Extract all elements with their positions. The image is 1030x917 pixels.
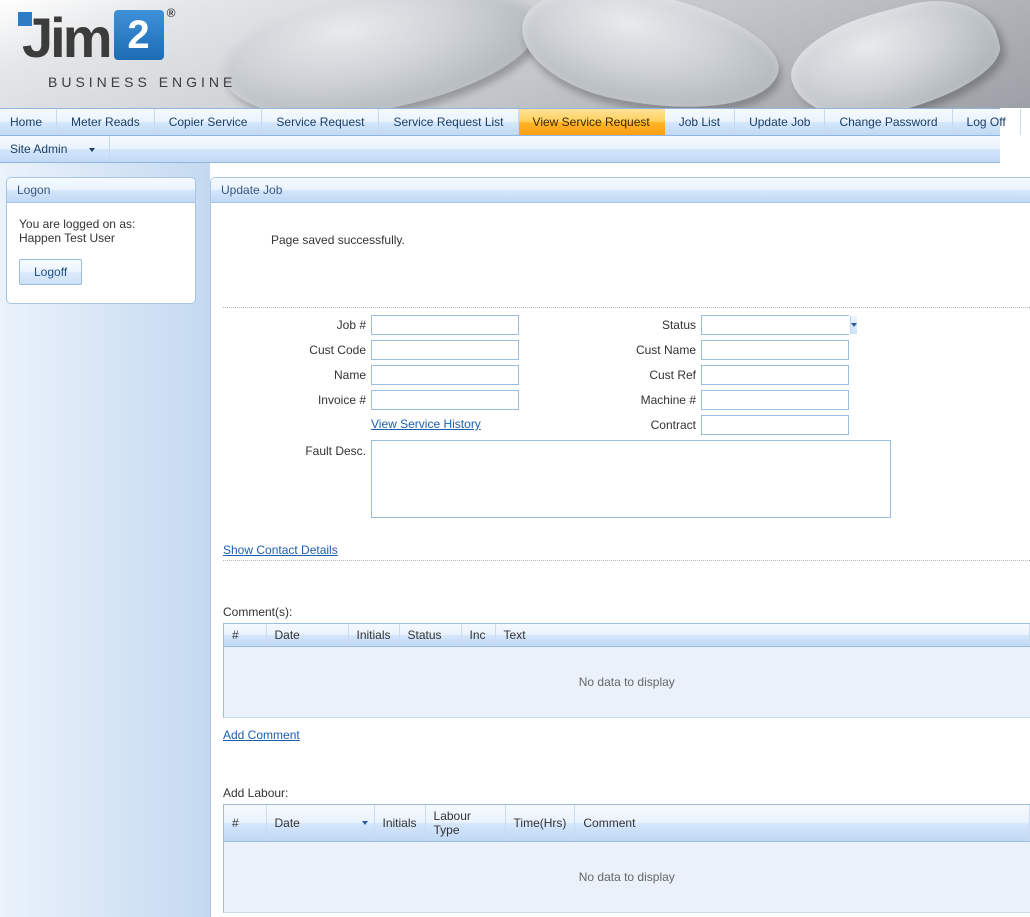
logo-box-number: 2 [127,13,149,58]
comments-col-initials[interactable]: Initials [348,624,399,647]
update-job-panel: Update Job Page saved successfully. Job … [210,177,1030,917]
menu-update-job[interactable]: Update Job [735,109,825,135]
labour-grid: # Date Initials Labour Type Time(Hrs) Co… [223,804,1030,913]
menu-site-admin[interactable]: Site Admin [0,136,110,162]
header-banner: Jim 2 ® BUSINESS ENGINE [0,0,1030,108]
comments-empty: No data to display [224,647,1030,717]
add-comment-link[interactable]: Add Comment [223,728,300,742]
logon-panel-header: Logon [7,178,195,203]
registered-icon: ® [167,6,176,20]
label-fault-desc: Fault Desc. [211,440,371,521]
labour-empty: No data to display [224,842,1030,912]
input-machine-no[interactable] [701,390,849,410]
logoff-button[interactable]: Logoff [19,259,82,285]
sort-desc-icon [362,821,368,825]
labour-col-date-label: Date [275,816,300,830]
label-cust-name: Cust Name [521,340,701,360]
menu-site-admin-label: Site Admin [10,142,67,156]
view-service-history-link[interactable]: View Service History [371,417,481,431]
labour-grid-header: # Date Initials Labour Type Time(Hrs) Co… [224,805,1030,842]
menu-copier-service[interactable]: Copier Service [155,109,263,135]
logo-tagline: BUSINESS ENGINE [48,74,236,90]
comments-col-num[interactable]: # [224,624,266,647]
primary-menubar: Home Meter Reads Copier Service Service … [0,108,1000,136]
menu-job-list[interactable]: Job List [665,109,735,135]
comments-grid-header: # Date Initials Status Inc Text [224,624,1030,647]
input-fault-desc[interactable] [371,440,891,518]
input-cust-ref[interactable] [701,365,849,385]
label-contract: Contract [521,415,701,435]
menu-view-service-request[interactable]: View Service Request [519,109,665,135]
menu-service-request[interactable]: Service Request [262,109,379,135]
comments-grid: # Date Initials Status Inc Text No data … [223,623,1030,718]
input-job-no[interactable] [371,315,519,335]
input-cust-name[interactable] [701,340,849,360]
labour-col-num[interactable]: # [224,805,266,842]
menu-change-password[interactable]: Change Password [825,109,952,135]
input-cust-code[interactable] [371,340,519,360]
label-invoice-no: Invoice # [211,390,371,410]
update-job-header: Update Job [211,178,1030,203]
labour-col-type[interactable]: Labour Type [425,805,505,842]
comments-col-text[interactable]: Text [495,624,1029,647]
label-job-no: Job # [211,315,371,335]
menu-service-request-list[interactable]: Service Request List [379,109,518,135]
menu-home[interactable]: Home [0,109,57,135]
comments-title: Comment(s): [223,605,1030,619]
input-contract[interactable] [701,415,849,435]
label-name: Name [211,365,371,385]
secondary-menubar: Site Admin [0,136,1000,163]
label-status: Status [521,315,701,335]
input-invoice-no[interactable] [371,390,519,410]
comments-col-status[interactable]: Status [399,624,461,647]
menu-meter-reads[interactable]: Meter Reads [57,109,155,135]
workspace: Logon You are logged on as: Happen Test … [0,163,1030,917]
labour-col-date[interactable]: Date [266,805,374,842]
input-name[interactable] [371,365,519,385]
show-contact-details-link[interactable]: Show Contact Details [223,543,338,557]
logo-box: 2 ® [114,10,164,60]
menu-log-off[interactable]: Log Off [953,109,1021,135]
labour-col-time[interactable]: Time(Hrs) [505,805,575,842]
logon-panel: Logon You are logged on as: Happen Test … [6,177,196,304]
comments-col-date[interactable]: Date [266,624,348,647]
labour-col-initials[interactable]: Initials [374,805,425,842]
labour-title: Add Labour: [223,786,1030,800]
label-cust-ref: Cust Ref [521,365,701,385]
job-form: Job # Status Cust Code Cust Name Name Cu [211,308,1030,521]
logo: Jim 2 ® [22,10,164,66]
dropdown-icon[interactable] [850,316,857,334]
label-cust-code: Cust Code [211,340,371,360]
logo-word: Jim [22,10,110,66]
comments-col-inc[interactable]: Inc [461,624,495,647]
labour-col-comment[interactable]: Comment [575,805,1030,842]
input-status[interactable] [701,315,849,335]
input-status-text[interactable] [702,316,850,334]
logon-user-name: Happen Test User [19,231,183,245]
success-message: Page saved successfully. [211,233,1030,247]
logon-status-line: You are logged on as: [19,217,183,231]
chevron-down-icon [89,148,95,152]
label-machine-no: Machine # [521,390,701,410]
